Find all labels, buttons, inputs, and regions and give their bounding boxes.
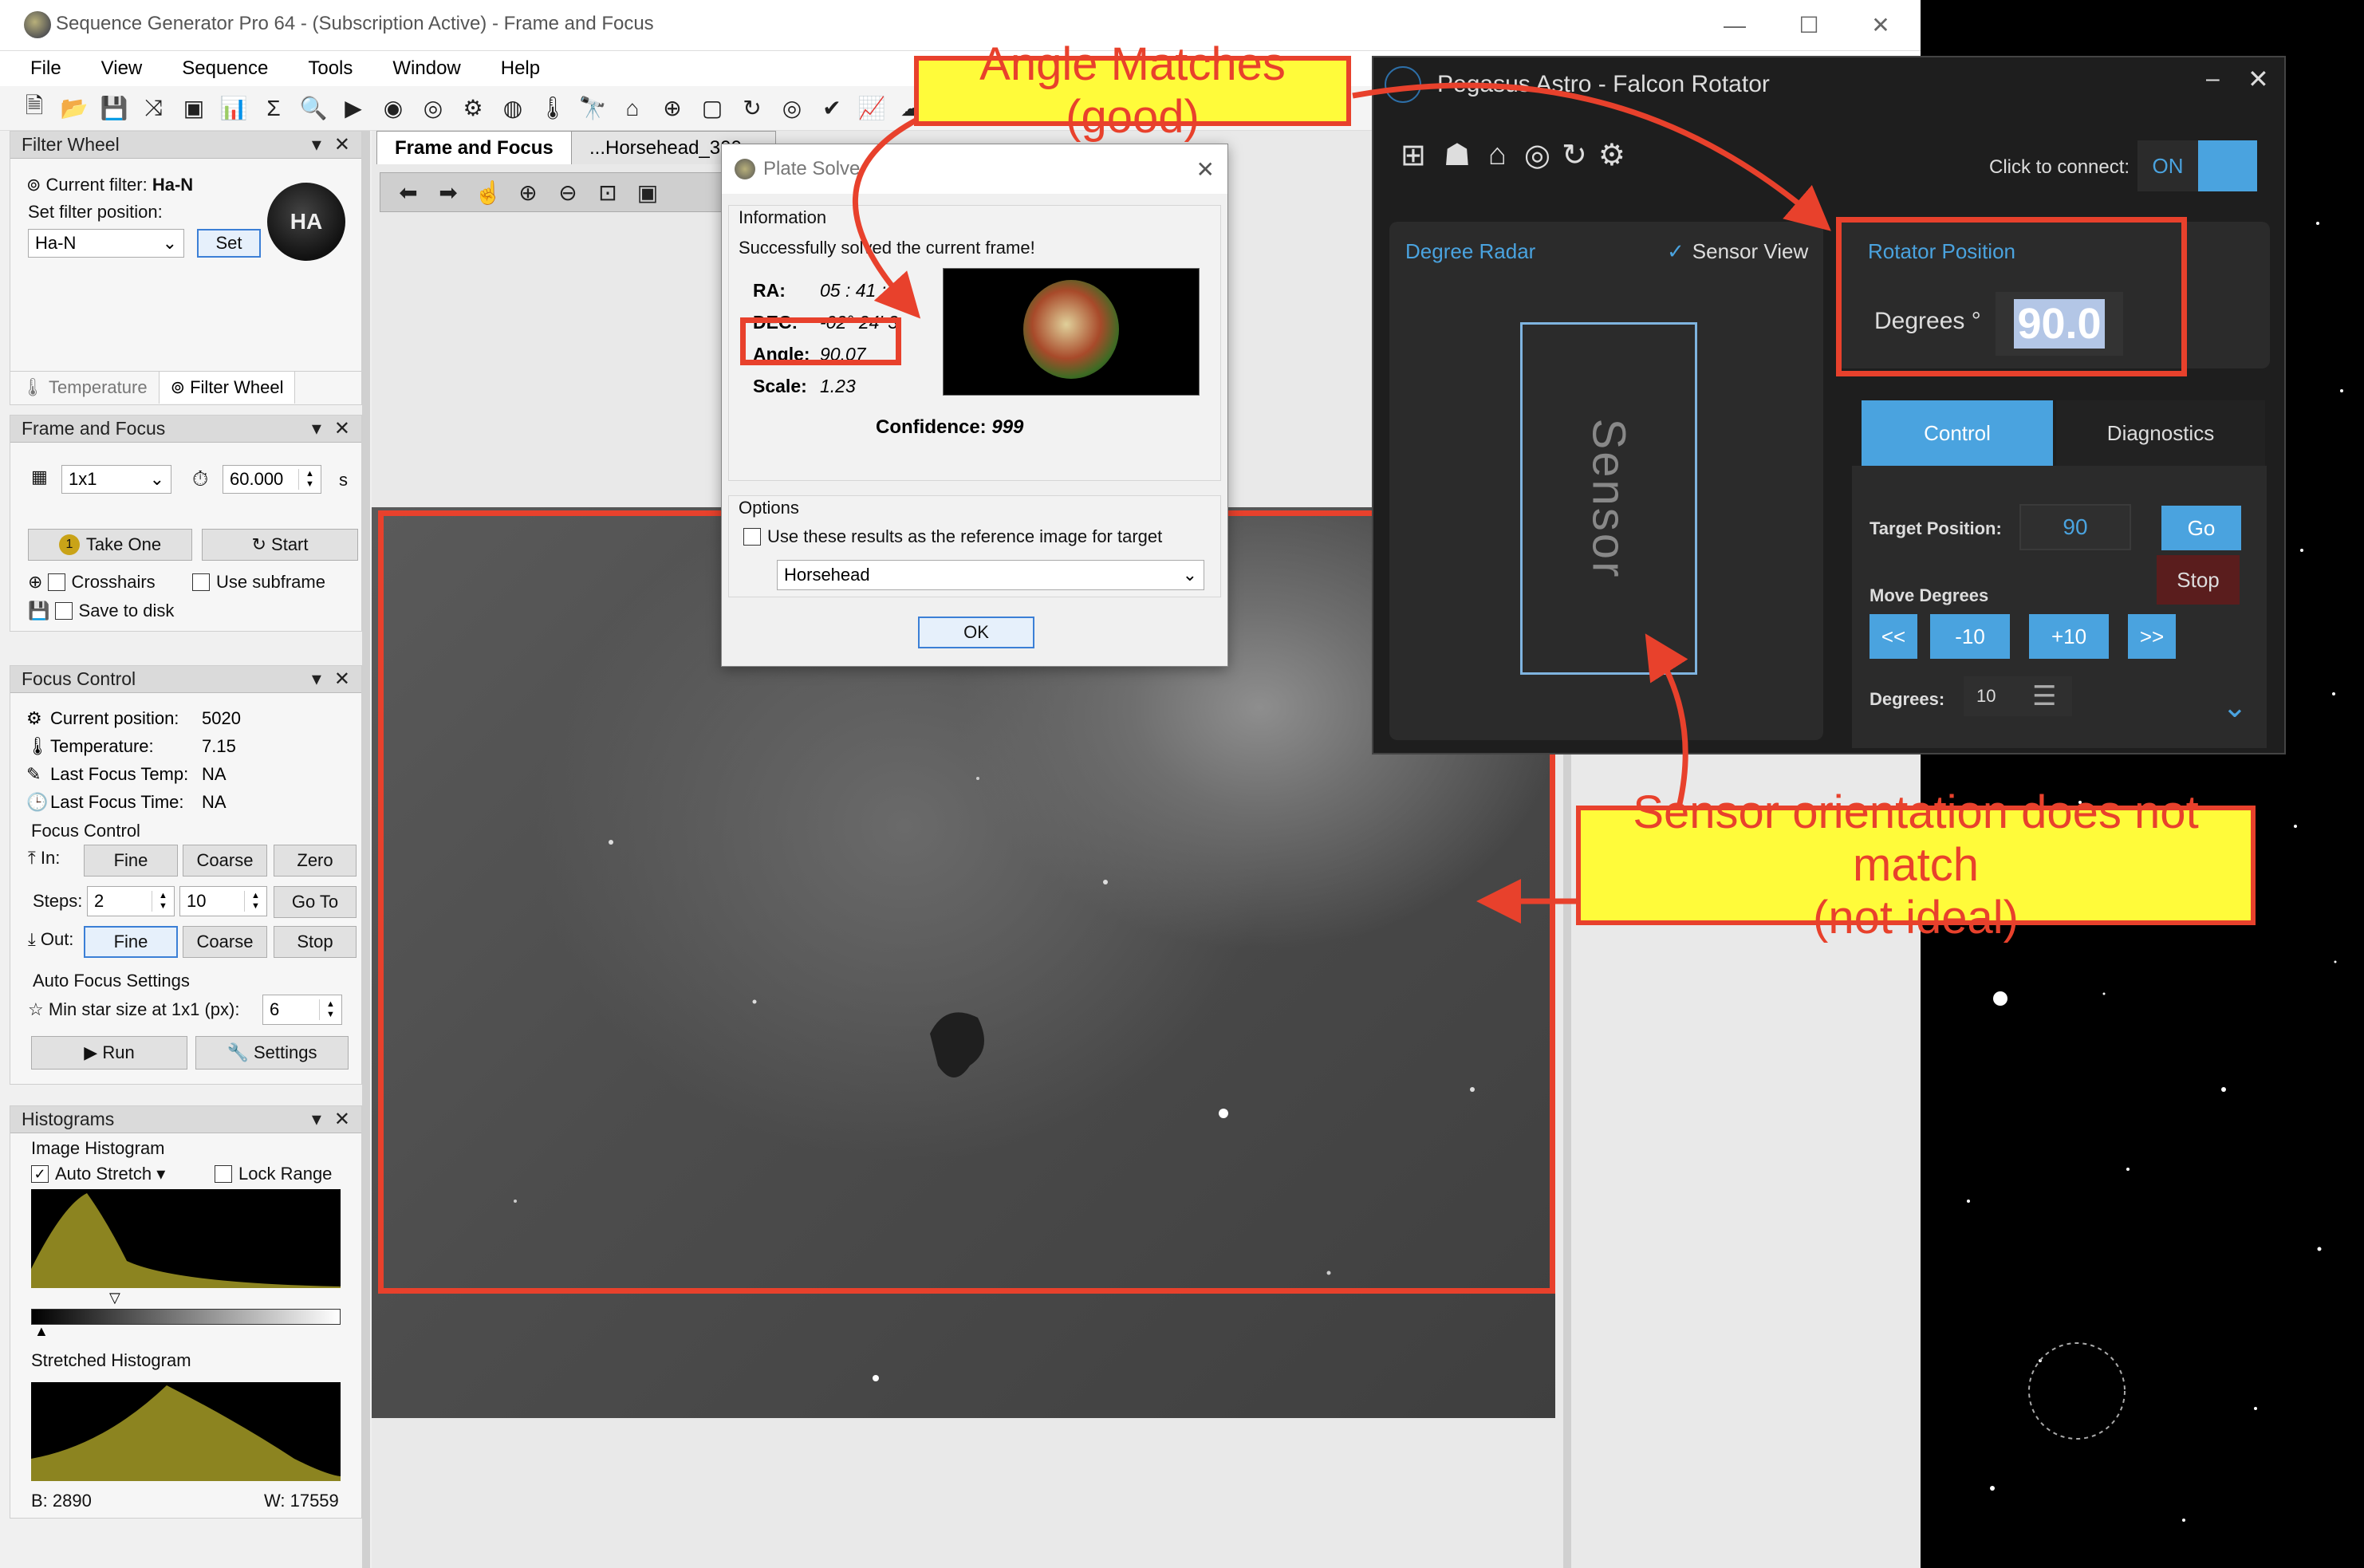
sensor-mismatch-callout: Sensor orientation does not match (not i… xyxy=(1576,786,2256,944)
angle-matches-callout: Angle Matches (good) xyxy=(914,38,1351,143)
sensor-mismatch-line1: Sensor orientation does not match xyxy=(1633,786,2199,891)
annotation-arrows xyxy=(852,82,1831,924)
sensor-mismatch-line2: (not ideal) xyxy=(1813,892,2019,944)
